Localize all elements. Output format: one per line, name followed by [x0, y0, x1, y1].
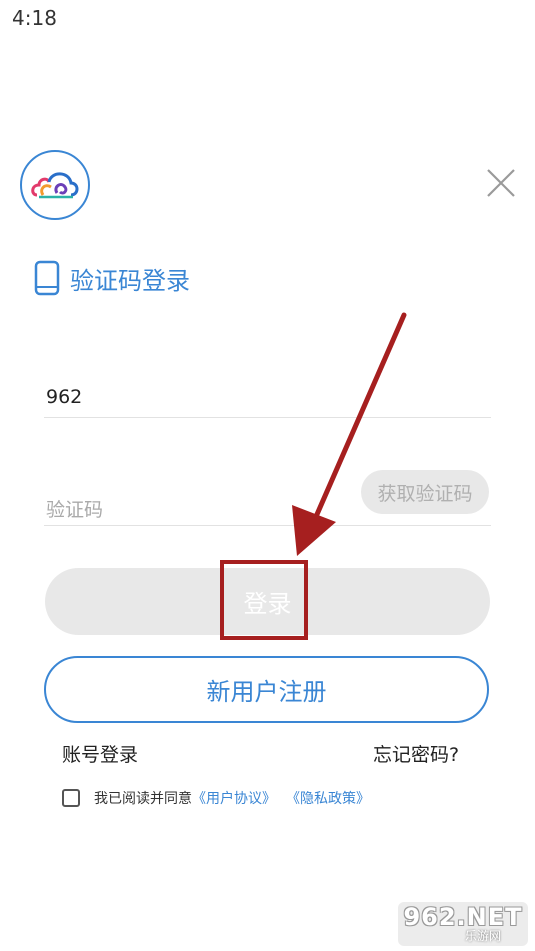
phone-icon [34, 260, 60, 296]
close-icon[interactable] [484, 166, 518, 200]
account-login-link[interactable]: 账号登录 [62, 740, 138, 767]
cloud-swirl-logo-icon [31, 172, 79, 199]
verification-code-input[interactable]: 验证码 [46, 495, 103, 522]
login-mode-title: 验证码登录 [70, 266, 190, 295]
watermark-main-text: 962.NET [403, 903, 523, 931]
get-code-button[interactable]: 获取验证码 [361, 470, 489, 514]
user-agreement-link[interactable]: 《用户协议》 [192, 788, 276, 808]
watermark-sub-text: 乐游网 [464, 929, 501, 943]
login-mode-header: 验证码登录 [34, 260, 190, 296]
agreement-text: 我已阅读并同意 [94, 791, 192, 807]
register-button[interactable]: 新用户注册 [44, 656, 489, 723]
forgot-password-link[interactable]: 忘记密码? [373, 740, 459, 767]
privacy-policy-link[interactable]: 《隐私政策》 [286, 788, 370, 808]
annotation-highlight-box [220, 560, 308, 640]
agreement-checkbox[interactable] [62, 789, 80, 807]
phone-input[interactable]: 962 [46, 386, 82, 408]
code-input-underline [44, 525, 491, 526]
status-bar-time: 4:18 [12, 6, 57, 30]
app-logo [20, 150, 90, 220]
phone-input-underline [44, 417, 491, 418]
agreement-row: 我已阅读并同意 《用户协议》 《隐私政策》 [62, 788, 370, 808]
site-watermark: 962.NET 乐游网 [398, 902, 528, 946]
